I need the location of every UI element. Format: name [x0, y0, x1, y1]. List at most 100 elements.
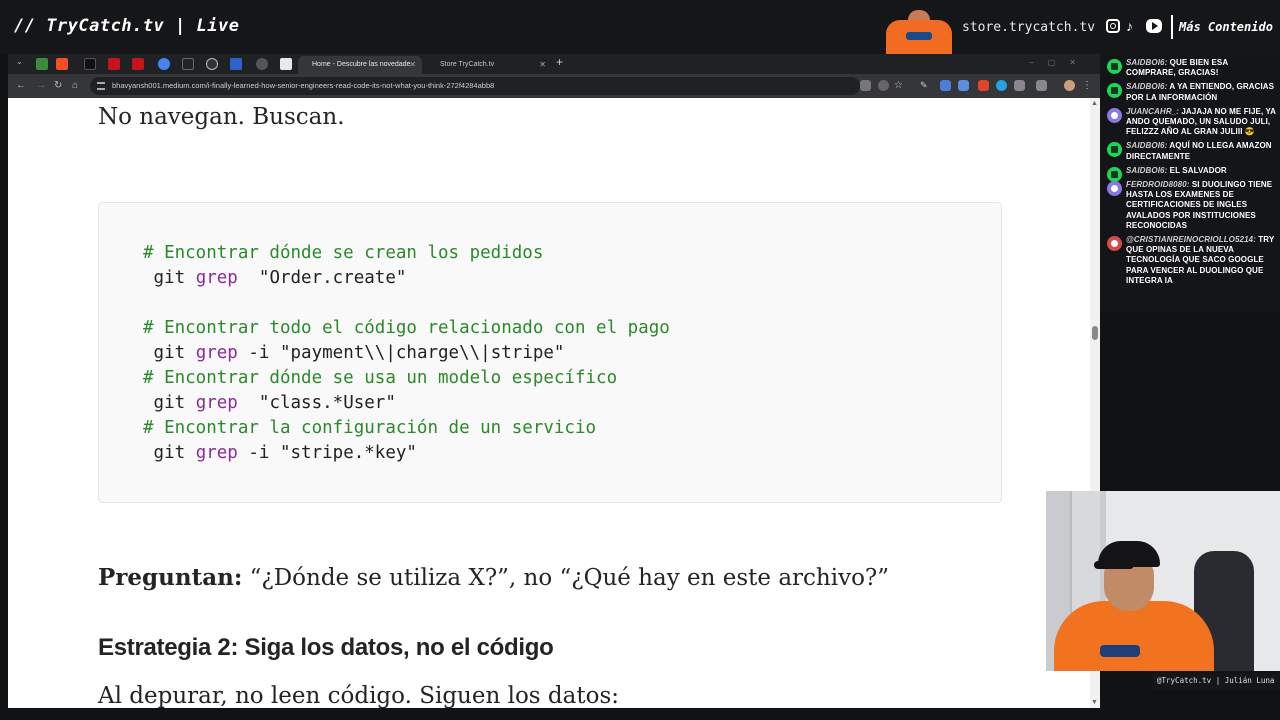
- brand-title: // TryCatch.tv | Live: [14, 16, 240, 36]
- pinned-tab-icon[interactable]: [132, 58, 144, 70]
- code-line: # Encontrar dónde se usa un modelo espec…: [143, 366, 670, 391]
- user-badge-icon: [1107, 142, 1122, 158]
- extension-icon[interactable]: [940, 80, 951, 91]
- pinned-tab-icon[interactable]: [108, 58, 120, 70]
- chat-username: @cristianreinocriollo5214:: [1126, 235, 1256, 245]
- pinned-tab-icon[interactable]: [84, 58, 96, 70]
- translate-icon[interactable]: [860, 80, 871, 91]
- github-icon[interactable]: [206, 58, 218, 70]
- social-icons: ♪: [1106, 19, 1162, 33]
- address-bar[interactable]: bhavyansh001.medium.com/i-finally-learne…: [90, 77, 860, 95]
- browser-window: ⌄ Home - Descubre las novedade ✕ Store T…: [8, 54, 1100, 708]
- bookmark-star-icon[interactable]: ☆: [894, 80, 905, 91]
- back-icon[interactable]: ←: [16, 80, 26, 91]
- code-comment: # Encontrar la configuración de un servi…: [143, 418, 597, 438]
- live-chat: saidboi6: que bien esa comprare, gracias…: [1100, 54, 1280, 312]
- chat-username: juancahr_:: [1126, 106, 1180, 116]
- chat-message: saidboi6: que bien esa comprare, gracias…: [1100, 58, 1280, 78]
- code-comment: # Encontrar dónde se crean los pedidos: [143, 243, 544, 263]
- user-badge-icon: [1107, 236, 1122, 252]
- section-heading: Estrategia 2: Siga los datos, no el códi…: [98, 634, 554, 661]
- pinned-tab-icon[interactable]: [256, 58, 268, 70]
- more-content-label: Más Contenido: [1179, 20, 1273, 34]
- code-keyword: grep: [195, 443, 238, 463]
- browser-toolbar: ← → ↻ ⌂ bhavyansh001.medium.com/i-finall…: [8, 74, 1100, 98]
- close-icon[interactable]: ✕: [539, 56, 546, 74]
- chat-message: saidboi6: aquí no llega amazon directame…: [1100, 141, 1280, 161]
- new-tab-icon[interactable]: +: [556, 55, 563, 69]
- scroll-up-icon[interactable]: ▲: [1091, 100, 1098, 107]
- article-page: No navegan. Buscan. # Encontrar dónde se…: [8, 98, 1090, 708]
- avatar[interactable]: [1064, 80, 1075, 91]
- merch-shirt-image: [884, 10, 954, 54]
- code-content: # Encontrar dónde se crean los pedidos g…: [143, 241, 670, 466]
- chat-text: el salvador: [1167, 165, 1227, 175]
- question-bold: Preguntan:: [98, 564, 243, 591]
- code-git: git: [143, 268, 196, 288]
- code-line: git grep -i "stripe.*key": [143, 441, 670, 466]
- code-git: git: [143, 343, 196, 363]
- code-block: # Encontrar dónde se crean los pedidos g…: [98, 202, 1002, 503]
- code-comment: # Encontrar todo el código relacionado c…: [143, 318, 670, 338]
- code-args: "Order.create": [237, 268, 407, 288]
- puzzle-icon[interactable]: [1036, 80, 1047, 91]
- scroll-down-icon[interactable]: ▼: [1091, 699, 1098, 706]
- chat-message: @cristianreinocriollo5214: try que opina…: [1100, 235, 1280, 286]
- chat-username: saidboi6:: [1126, 141, 1168, 151]
- tiktok-icon: ♪: [1126, 18, 1133, 34]
- webcam-feed: [1046, 491, 1280, 671]
- extension-icon[interactable]: [958, 80, 969, 91]
- store-link: store.trycatch.tv: [962, 20, 1096, 35]
- paragraph: No navegan. Buscan.: [98, 104, 345, 130]
- chat-message: juancahr_: jajaja no me fije, ya ando qu…: [1100, 107, 1280, 138]
- zoom-icon[interactable]: [878, 80, 889, 91]
- code-line: # Encontrar la configuración de un servi…: [143, 416, 670, 441]
- code-git: git: [143, 443, 196, 463]
- user-badge-icon: [1107, 59, 1122, 74]
- window-controls[interactable]: –▢✕: [1029, 58, 1090, 67]
- code-line: git grep "Order.create": [143, 266, 670, 291]
- pinned-tab-icon[interactable]: [36, 58, 48, 70]
- pinned-tab-icon[interactable]: [56, 58, 68, 70]
- chat-username: saidboi6:: [1126, 82, 1168, 92]
- site-info-icon[interactable]: [97, 82, 105, 90]
- tab-label: Store TryCatch.tv: [440, 61, 495, 68]
- code-args: -i "stripe.*key": [237, 443, 417, 463]
- user-badge-icon: [1107, 83, 1122, 99]
- reload-icon[interactable]: ↻: [54, 80, 62, 91]
- scrollbar-thumb[interactable]: [1092, 326, 1098, 340]
- chat-username: saidboi6:: [1126, 58, 1168, 67]
- home-icon[interactable]: ⌂: [72, 80, 78, 91]
- tab-store[interactable]: Store TryCatch.tv ✕: [426, 56, 552, 74]
- pinned-tab-icon[interactable]: [230, 58, 242, 70]
- extension-icon[interactable]: [996, 80, 1007, 91]
- chat-message: saidboi6: a ya entiendo, gracias por la …: [1100, 82, 1280, 102]
- url-text: bhavyansh001.medium.com/i-finally-learne…: [112, 81, 495, 90]
- user-badge-icon: [1107, 107, 1122, 123]
- code-args: -i "payment\\|charge\\|stripe": [237, 343, 565, 363]
- close-icon[interactable]: ✕: [409, 56, 416, 74]
- tab-home[interactable]: Home - Descubre las novedade ✕: [298, 56, 422, 74]
- question-text: “¿Dónde se utiliza X?”, no “¿Qué hay en …: [242, 565, 890, 591]
- forward-icon[interactable]: →: [36, 80, 46, 91]
- chat-message: saidboi6: el salvador: [1100, 165, 1280, 182]
- pen-icon[interactable]: ✎: [920, 80, 931, 91]
- code-line: git grep -i "payment\\|charge\\|stripe": [143, 341, 670, 366]
- pinned-tab-icon[interactable]: [182, 58, 194, 70]
- code-line: # Encontrar dónde se crean los pedidos: [143, 241, 670, 266]
- header-divider: [1171, 15, 1173, 39]
- code-keyword: grep: [195, 393, 238, 413]
- paragraph: Al depurar, no leen código. Siguen los d…: [98, 683, 619, 708]
- medium-icon[interactable]: [280, 58, 292, 70]
- instagram-icon: [1106, 19, 1120, 33]
- chat-username: saidboi6:: [1126, 165, 1168, 175]
- pinned-tab-icon[interactable]: [158, 58, 170, 70]
- extension-icon[interactable]: [978, 80, 989, 91]
- tab-search-icon[interactable]: ⌄: [16, 57, 23, 66]
- more-menu-icon[interactable]: ⋮: [1082, 80, 1093, 91]
- chat-message: ferdroid8080: si duolingo tiene hasta lo…: [1100, 180, 1280, 231]
- extension-icon[interactable]: [1014, 80, 1025, 91]
- code-args: "class.*User": [237, 393, 396, 413]
- user-badge-icon: [1107, 181, 1122, 197]
